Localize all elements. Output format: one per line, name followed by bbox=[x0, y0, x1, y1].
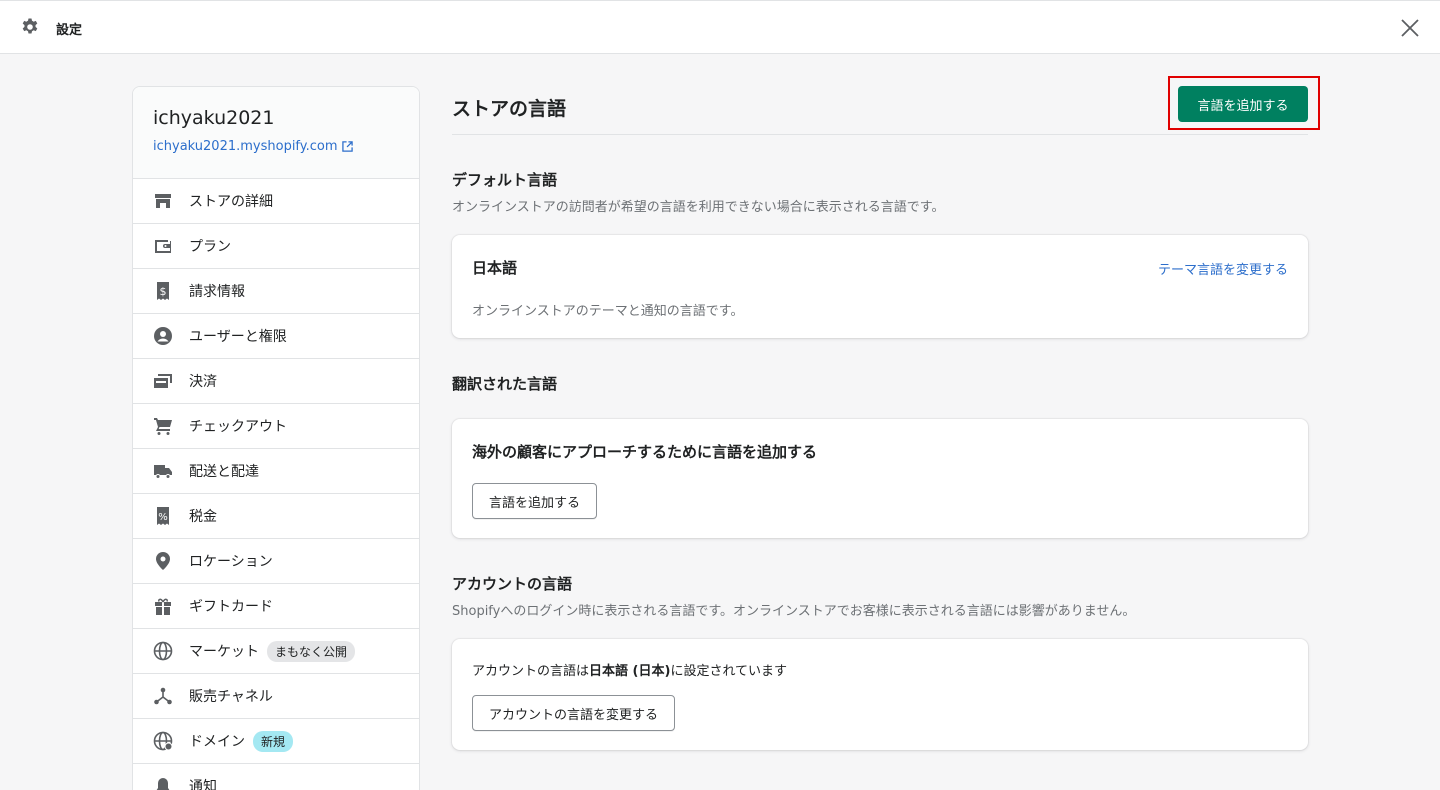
location-pin-icon bbox=[153, 551, 173, 571]
svg-text:$: $ bbox=[160, 285, 167, 298]
sidebar-item-label: ドメイン bbox=[189, 734, 245, 750]
cart-icon bbox=[153, 416, 173, 436]
sidebar-item-label: 通知 bbox=[189, 779, 217, 790]
account-language-card: アカウントの言語は日本語 (日本)に設定されています アカウントの言語を変更する bbox=[452, 639, 1308, 750]
sidebar-item-label: ギフトカード bbox=[189, 599, 273, 615]
sidebar-item-checkout[interactable]: チェックアウト bbox=[133, 404, 419, 449]
account-language-suffix: に設定されています bbox=[670, 664, 788, 679]
sidebar-item-label: ユーザーと権限 bbox=[189, 329, 287, 345]
external-link-icon bbox=[341, 141, 353, 152]
close-icon[interactable] bbox=[1400, 18, 1420, 38]
store-url-text: ichyaku2021.myshopify.com bbox=[153, 139, 338, 154]
store-header: ichyaku2021 ichyaku2021.myshopify.com bbox=[133, 87, 419, 179]
sidebar-item-payments[interactable]: 決済 bbox=[133, 359, 419, 404]
bell-icon bbox=[153, 776, 173, 790]
add-language-secondary-button[interactable]: 言語を追加する bbox=[472, 483, 598, 519]
settings-sidebar: ichyaku2021 ichyaku2021.myshopify.com スト… bbox=[132, 86, 420, 790]
sidebar-item-billing[interactable]: $ 請求情報 bbox=[133, 269, 419, 314]
truck-icon bbox=[153, 461, 173, 481]
store-url-link[interactable]: ichyaku2021.myshopify.com bbox=[153, 139, 353, 154]
sidebar-item-taxes[interactable]: % 税金 bbox=[133, 494, 419, 539]
domain-globe-icon bbox=[153, 731, 173, 751]
change-account-language-button[interactable]: アカウントの言語を変更する bbox=[472, 695, 676, 731]
translated-languages-card: 海外の顧客にアプローチするために言語を追加する 言語を追加する bbox=[452, 419, 1308, 538]
sidebar-item-label: 販売チャネル bbox=[189, 689, 273, 705]
sidebar-item-shipping[interactable]: 配送と配達 bbox=[133, 449, 419, 494]
sidebar-item-store-details[interactable]: ストアの詳細 bbox=[133, 179, 419, 224]
channels-icon bbox=[153, 686, 173, 706]
default-language-card-text: オンラインストアのテーマと通知の言語です。 bbox=[472, 304, 744, 319]
store-name: ichyaku2021 bbox=[153, 107, 275, 129]
svg-text:%: % bbox=[158, 512, 168, 523]
translated-languages-heading: 翻訳された言語 bbox=[452, 375, 558, 393]
page-title: 設定 bbox=[56, 23, 83, 38]
sidebar-item-markets[interactable]: マーケット まもなく公開 bbox=[133, 629, 419, 674]
change-theme-language-link[interactable]: テーマ言語を変更する bbox=[1158, 259, 1288, 278]
account-language-prefix: アカウントの言語は bbox=[472, 664, 590, 679]
sidebar-item-domains[interactable]: ドメイン 新規 bbox=[133, 719, 419, 764]
sidebar-item-label: チェックアウト bbox=[189, 419, 287, 435]
sidebar-item-label: ロケーション bbox=[189, 554, 273, 570]
default-language-name: 日本語 bbox=[472, 259, 518, 277]
user-circle-icon bbox=[153, 326, 173, 346]
sidebar-item-users[interactable]: ユーザーと権限 bbox=[133, 314, 419, 359]
sidebar-item-label: 配送と配達 bbox=[189, 464, 259, 480]
payments-icon bbox=[153, 371, 173, 391]
tax-receipt-icon: % bbox=[153, 506, 173, 526]
store-icon bbox=[153, 191, 173, 211]
sidebar-item-label: ストアの詳細 bbox=[189, 194, 273, 210]
default-language-heading: デフォルト言語 bbox=[452, 171, 558, 189]
sidebar-item-sales-channels[interactable]: 販売チャネル bbox=[133, 674, 419, 719]
add-language-button[interactable]: 言語を追加する bbox=[1178, 86, 1308, 122]
coming-soon-badge: まもなく公開 bbox=[267, 640, 356, 662]
sidebar-item-label: 税金 bbox=[189, 509, 217, 525]
sidebar-item-locations[interactable]: ロケーション bbox=[133, 539, 419, 584]
gift-icon bbox=[153, 596, 173, 616]
sidebar-item-gift-cards[interactable]: ギフトカード bbox=[133, 584, 419, 629]
account-language-status: アカウントの言語は日本語 (日本)に設定されています bbox=[472, 660, 787, 679]
top-bar: 設定 bbox=[0, 0, 1440, 54]
sidebar-item-label: マーケット bbox=[189, 644, 259, 660]
default-language-description: オンラインストアの訪問者が希望の言語を利用できない場合に表示される言語です。 bbox=[452, 200, 945, 215]
gear-icon bbox=[22, 18, 38, 34]
wallet-icon bbox=[153, 236, 173, 256]
account-language-heading: アカウントの言語 bbox=[452, 575, 573, 593]
translated-languages-card-title: 海外の顧客にアプローチするために言語を追加する bbox=[472, 443, 818, 461]
store-languages-title: ストアの言語 bbox=[452, 98, 567, 120]
default-language-card: 日本語 テーマ言語を変更する オンラインストアのテーマと通知の言語です。 bbox=[452, 235, 1308, 338]
sidebar-item-plan[interactable]: プラン bbox=[133, 224, 419, 269]
receipt-dollar-icon: $ bbox=[153, 281, 173, 301]
account-language-description: Shopifyへのログイン時に表示される言語です。オンラインストアでお客様に表示… bbox=[452, 604, 1136, 619]
sidebar-item-label: 決済 bbox=[189, 374, 217, 390]
sidebar-item-label: プラン bbox=[189, 239, 231, 255]
sidebar-item-notifications[interactable]: 通知 bbox=[133, 764, 419, 790]
account-language-value: 日本語 (日本) bbox=[589, 664, 671, 679]
new-badge: 新規 bbox=[253, 730, 294, 752]
divider bbox=[452, 134, 1308, 135]
globe-icon bbox=[153, 641, 173, 661]
sidebar-item-label: 請求情報 bbox=[189, 284, 245, 300]
